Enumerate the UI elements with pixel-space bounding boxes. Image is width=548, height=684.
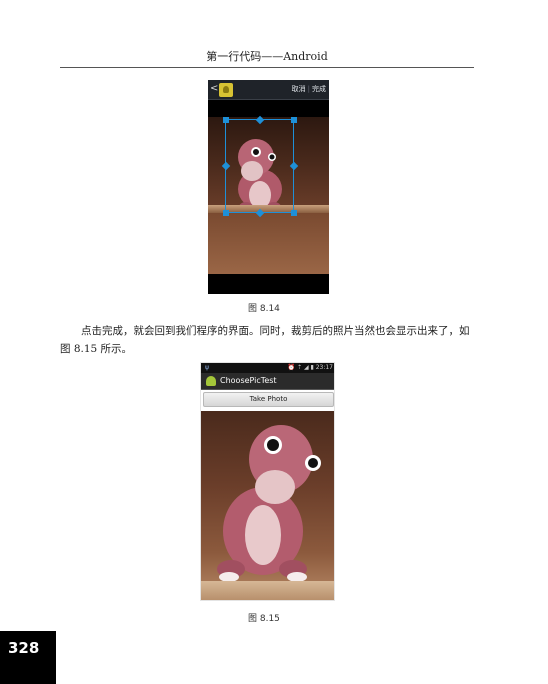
done-button[interactable]: 完成 [312,85,326,93]
crop-handle-bottom-left[interactable] [223,210,229,216]
app-title: ChoosePicTest [220,376,277,385]
shelf-surface [201,581,334,600]
app-title-bar: ChoosePicTest [201,373,334,390]
figure-caption-8-14: 图 8.14 [248,304,280,314]
figure-caption-8-15: 图 8.15 [248,614,280,624]
crop-actions: 取消 | 完成 [291,85,326,93]
running-header: 第一行代码——Android [60,46,474,68]
cancel-button[interactable]: 取消 [292,85,306,93]
cabinet-front [208,213,329,274]
back-arrow-icon[interactable]: < [210,83,218,94]
status-bar: ψ ⏰ ⇡ ◢ ▮ 23:17 [201,363,334,373]
body-paragraph: 点击完成，就会回到我们程序的界面。同时，裁剪后的照片当然也会显示出来了，如图 8… [60,325,470,355]
usb-icon: ψ [205,364,209,371]
crop-handle-top-left[interactable] [223,117,229,123]
page-number: 328 [0,631,56,684]
crop-handle-bottom-right[interactable] [291,210,297,216]
crop-handle-top-right[interactable] [291,117,297,123]
android-icon [206,376,216,386]
crop-frame[interactable] [225,119,294,213]
dinosaur-toy-image [217,425,321,582]
status-time: 23:17 [315,364,333,371]
status-icons: ⏰ ⇡ ◢ ▮ 23:17 [288,364,333,371]
take-photo-button[interactable]: Take Photo [203,392,334,407]
crop-action-bar: < 取消 | 完成 [208,80,329,100]
app-screenshot: ψ ⏰ ⇡ ◢ ▮ 23:17 ChoosePicTest Take Photo [200,362,335,601]
status-icon-glyphs: ⏰ ⇡ ◢ ▮ [287,364,314,371]
crop-screenshot: < 取消 | 完成 [208,80,329,294]
gallery-app-icon [219,83,233,97]
cropped-photo [201,411,334,600]
